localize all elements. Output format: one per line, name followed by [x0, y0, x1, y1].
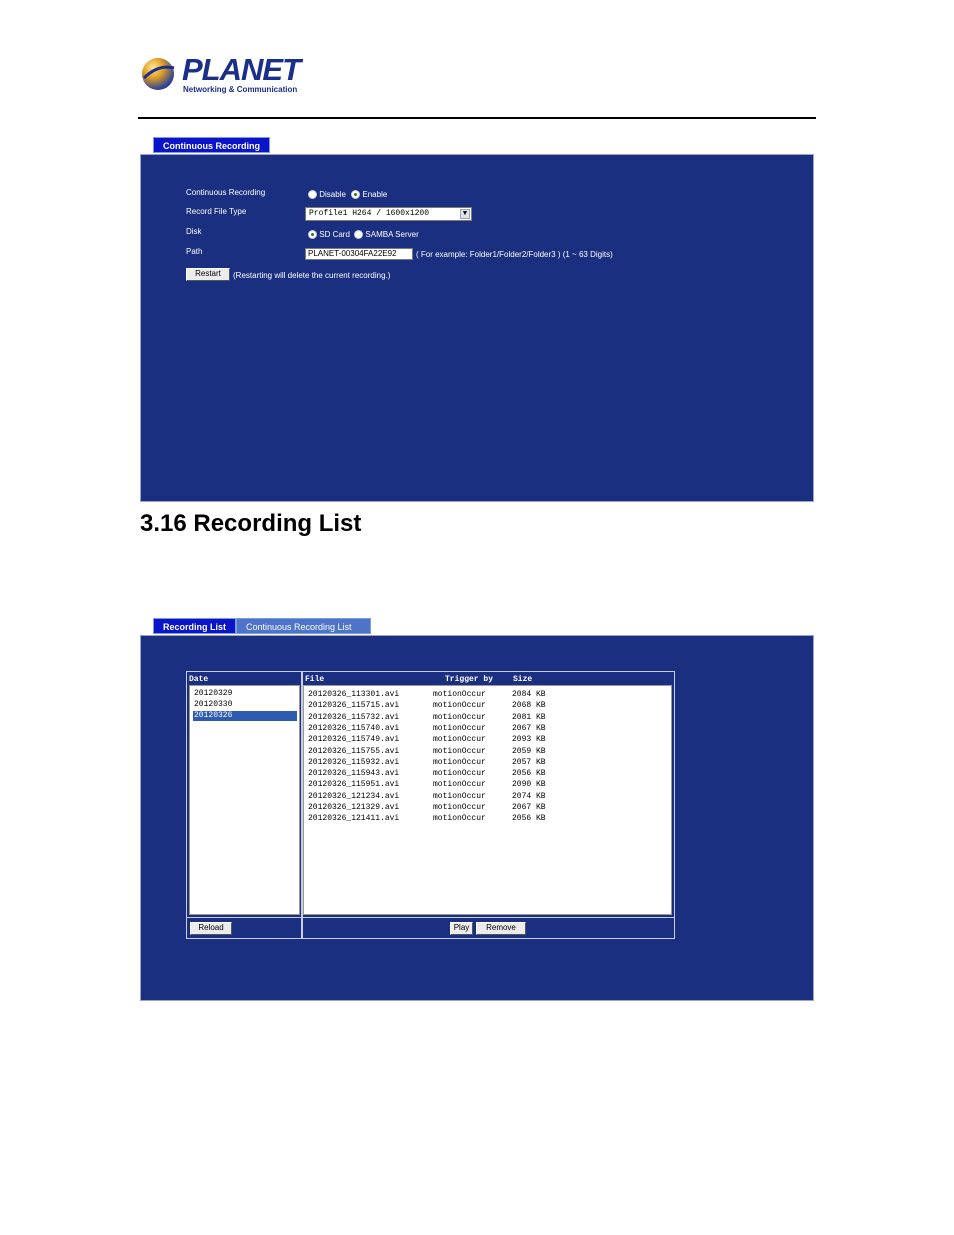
date-item[interactable]: 20120329 — [193, 689, 297, 699]
date-item-selected[interactable]: 20120326 — [193, 711, 297, 721]
file-name: 20120326_115749.avi — [308, 735, 400, 745]
trigger-value: motionOccur — [433, 791, 486, 801]
tab-recording-list[interactable]: Recording List — [153, 618, 236, 634]
trigger-value: motionOccur — [433, 780, 486, 790]
continuous-recording-label: Continuous Recording — [186, 188, 266, 197]
trigger-value: motionOccur — [433, 712, 486, 722]
size-value: 2067 KB — [512, 803, 546, 812]
date-item[interactable]: 20120330 — [193, 700, 297, 710]
tab-continuous-recording[interactable]: Continuous Recording — [153, 137, 270, 153]
file-name: 20120326_121411.avi — [308, 814, 400, 824]
size-column-header: Size — [513, 675, 533, 684]
trigger-value: motionOccur — [433, 757, 486, 767]
size-value: 2057 KB — [512, 757, 546, 767]
path-hint: ( For example: Folder1/Folder2/Folder3 )… — [416, 250, 613, 259]
section-title: 3.16 Recording List — [140, 510, 362, 537]
trigger-value: motionOccur — [433, 690, 486, 699]
size-value: 2059 KB — [512, 746, 546, 756]
disk-group: SD Card SAMBA Server — [308, 230, 419, 240]
disable-radio[interactable] — [308, 190, 317, 200]
file-name: 20120326_113301.avi — [308, 690, 400, 699]
size-value: 2081 KB — [512, 712, 546, 722]
chevron-down-icon: ▼ — [460, 209, 470, 219]
trigger-value: motionOccur — [433, 769, 486, 779]
path-label: Path — [186, 247, 203, 256]
file-name: 20120326_115932.avi — [308, 757, 400, 767]
file-name: 20120326_121329.avi — [308, 803, 400, 812]
file-name: 20120326_115951.avi — [308, 780, 400, 790]
record-file-type-select[interactable]: Profile1 H264 / 1600x1200 ▼ — [305, 207, 472, 221]
file-name: 20120326_115943.avi — [308, 769, 400, 779]
header-divider — [138, 117, 816, 119]
size-value: 2084 KB — [512, 690, 546, 699]
planet-globe-icon — [142, 58, 175, 90]
size-value: 2067 KB — [512, 723, 546, 733]
disable-label: Disable — [319, 190, 346, 199]
record-file-type-label: Record File Type — [186, 207, 247, 216]
size-value: 2056 KB — [512, 769, 546, 779]
trigger-value: motionOccur — [433, 723, 486, 733]
date-list[interactable]: 20120329 20120330 20120326 — [189, 685, 300, 915]
planet-tagline: Networking & Communication — [183, 85, 298, 94]
samba-radio[interactable] — [354, 230, 364, 240]
remove-button[interactable]: Remove — [476, 922, 526, 935]
disk-label: Disk — [186, 227, 202, 236]
planet-logo-text: PLANET — [182, 52, 301, 87]
path-input[interactable]: PLANET-00304FA22E92 — [305, 248, 413, 260]
samba-label: SAMBA Server — [365, 230, 419, 239]
enable-label: Enable — [362, 190, 388, 199]
trigger-value: motionOccur — [433, 803, 486, 812]
file-name: 20120326_115755.avi — [308, 746, 400, 756]
file-column-header: File — [305, 675, 325, 684]
restart-button[interactable]: Restart — [186, 268, 230, 281]
recording-mode-group: Disable Enable — [308, 190, 388, 200]
sd-card-radio[interactable] — [308, 230, 317, 240]
size-value: 2090 KB — [512, 780, 546, 790]
size-value: 2093 KB — [512, 735, 546, 745]
size-value: 2074 KB — [512, 791, 546, 801]
date-column-header: Date — [189, 675, 209, 684]
file-name: 20120326_115740.avi — [308, 723, 400, 733]
trigger-value: motionOccur — [433, 701, 486, 711]
file-name: 20120326_115732.avi — [308, 712, 400, 722]
sd-card-label: SD Card — [319, 230, 350, 239]
file-list[interactable]: 20120326_113301.avi motionOccur 2084 KB 201… — [303, 685, 672, 915]
file-name: 20120326_115715.avi — [308, 701, 400, 711]
record-file-type-value: Profile1 H264 / 1600x1200 — [309, 209, 430, 218]
file-name: 20120326_121234.avi — [308, 791, 400, 801]
enable-radio[interactable] — [351, 190, 361, 200]
trigger-column-header: Trigger by — [445, 675, 494, 684]
trigger-value: motionOccur — [433, 814, 486, 824]
tab-continuous-recording-list[interactable]: Continuous Recording List — [236, 618, 371, 634]
play-button[interactable]: Play — [450, 922, 473, 935]
size-value: 2068 KB — [512, 701, 546, 711]
trigger-value: motionOccur — [433, 746, 486, 756]
reload-button[interactable]: Reload — [190, 922, 232, 935]
restart-hint: (Restarting will delete the current reco… — [233, 271, 391, 280]
button-row-divider — [187, 917, 674, 918]
size-value: 2056 KB — [512, 814, 546, 824]
trigger-value: motionOccur — [433, 735, 486, 745]
